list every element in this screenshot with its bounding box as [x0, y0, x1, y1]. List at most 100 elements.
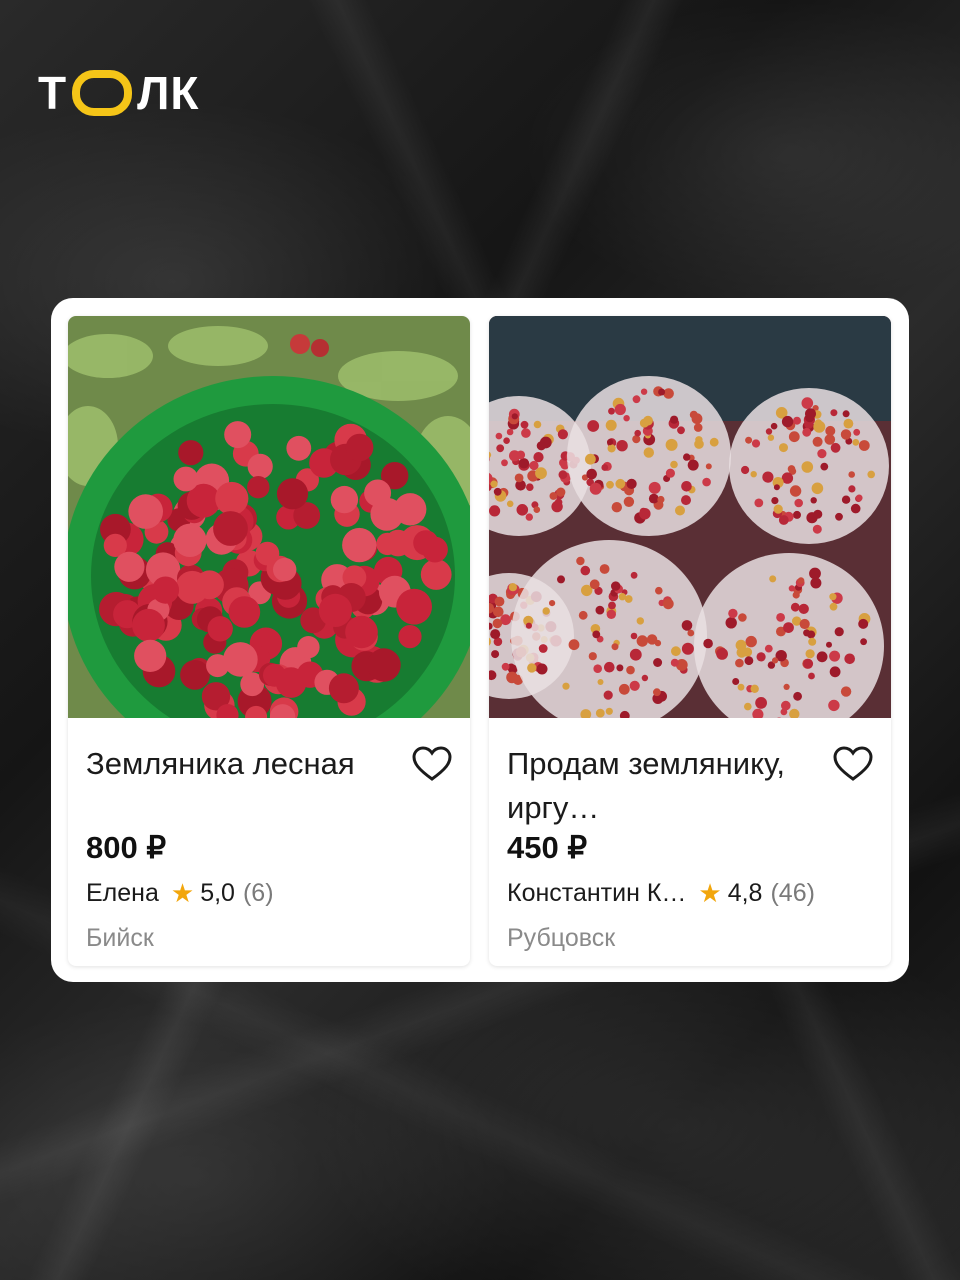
berry — [636, 617, 644, 625]
listing-city: Рубцовск — [507, 924, 616, 952]
berry — [506, 428, 514, 436]
berry — [756, 652, 766, 662]
berry — [606, 609, 616, 619]
berry — [263, 663, 286, 687]
berry — [616, 664, 624, 672]
berry — [675, 505, 685, 516]
berry — [630, 632, 638, 640]
berry — [629, 648, 642, 661]
berry — [728, 608, 738, 619]
listing-title[interactable]: Земляника лесная — [86, 742, 406, 786]
berry — [801, 397, 814, 409]
berry — [640, 388, 648, 395]
berry — [595, 605, 605, 615]
berry — [114, 551, 145, 582]
berry — [681, 495, 691, 506]
berry — [812, 436, 823, 447]
berry — [732, 678, 740, 685]
berry — [525, 622, 532, 629]
berry — [224, 421, 252, 449]
berry — [526, 483, 534, 491]
berry — [367, 648, 401, 682]
berry — [611, 581, 621, 591]
berry — [603, 690, 613, 700]
berry — [657, 495, 665, 504]
berry — [605, 419, 617, 431]
heart-outline-icon[interactable] — [412, 746, 452, 782]
seller-info[interactable]: Константин К… ★ 4,8 (46) — [507, 878, 877, 909]
seller-name[interactable]: Елена — [86, 879, 159, 908]
berry — [653, 688, 661, 697]
berry — [586, 468, 597, 480]
berry — [709, 437, 719, 447]
berry — [681, 620, 693, 631]
berry — [858, 618, 869, 629]
berry — [750, 471, 757, 478]
berry — [615, 478, 626, 489]
berry — [745, 635, 757, 648]
berry — [585, 453, 596, 465]
berry — [812, 524, 822, 534]
seller-name[interactable]: Константин К… — [507, 879, 686, 908]
berry — [568, 639, 580, 651]
berry — [803, 629, 811, 637]
berry — [705, 463, 712, 470]
berry — [623, 496, 635, 507]
berry — [653, 658, 663, 667]
review-count: (6) — [242, 879, 274, 907]
seller-info[interactable]: Елена ★ 5,0 (6) — [86, 878, 456, 909]
listing-card[interactable]: Земляника лесная 800 ₽ Елена ★ 5,0 (6) Б… — [68, 316, 470, 966]
berry — [825, 425, 836, 436]
listing-title[interactable]: Продам землянику, иргу… — [507, 742, 827, 830]
berry — [841, 495, 851, 504]
berry — [492, 618, 503, 629]
berry — [681, 642, 694, 655]
berry — [852, 439, 860, 446]
berry — [776, 613, 785, 622]
berry — [687, 459, 699, 471]
berry — [801, 461, 814, 473]
berry — [636, 635, 648, 647]
berry — [797, 577, 805, 584]
berry — [803, 658, 814, 669]
berry — [810, 497, 817, 504]
berry — [178, 440, 204, 466]
berry — [533, 420, 542, 429]
berry — [738, 613, 747, 622]
berry — [820, 462, 829, 471]
berry — [626, 478, 637, 489]
berry — [798, 603, 809, 614]
berry — [542, 607, 550, 615]
berry — [808, 637, 817, 646]
berry — [273, 557, 297, 582]
berry — [813, 420, 826, 433]
berry — [345, 615, 378, 649]
berry — [536, 441, 546, 451]
listing-card[interactable]: Продам землянику, иргу… 450 ₽ Константин… — [489, 316, 891, 966]
berry — [614, 403, 626, 416]
berry — [737, 683, 745, 691]
berry — [516, 504, 529, 516]
berry — [549, 600, 556, 607]
berry — [398, 625, 422, 649]
strawberry-buckets-photo[interactable] — [489, 316, 891, 718]
berry — [788, 431, 800, 443]
berry — [623, 415, 630, 422]
berry — [778, 515, 789, 525]
berry — [793, 416, 801, 425]
strawberries-green-bucket-photo[interactable] — [68, 316, 470, 718]
berry — [811, 482, 824, 495]
berry — [535, 467, 547, 480]
berry — [771, 497, 779, 505]
heart-outline-icon[interactable] — [833, 746, 873, 782]
berry — [533, 506, 541, 513]
berry — [521, 428, 531, 438]
berry — [744, 702, 752, 711]
berry — [595, 708, 605, 718]
berry — [629, 680, 640, 691]
berry — [549, 492, 558, 500]
seller-rating: 5,0 — [200, 879, 235, 907]
berry — [611, 502, 622, 513]
berry — [580, 565, 591, 576]
berry — [829, 666, 841, 678]
